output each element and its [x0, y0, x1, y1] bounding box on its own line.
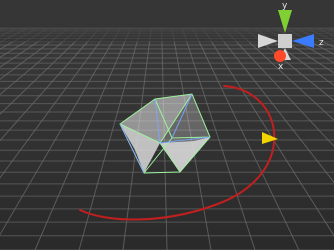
- scene-canvas[interactable]: y z x: [0, 0, 334, 250]
- gizmo-x-label: x: [278, 62, 284, 72]
- scene-viewport[interactable]: y z x: [0, 0, 334, 250]
- gizmo-y-label: y: [282, 1, 288, 11]
- gizmo-z-label: z: [319, 38, 324, 48]
- gizmo-x-sphere[interactable]: [274, 50, 286, 62]
- gizmo-center-cube[interactable]: [278, 34, 292, 48]
